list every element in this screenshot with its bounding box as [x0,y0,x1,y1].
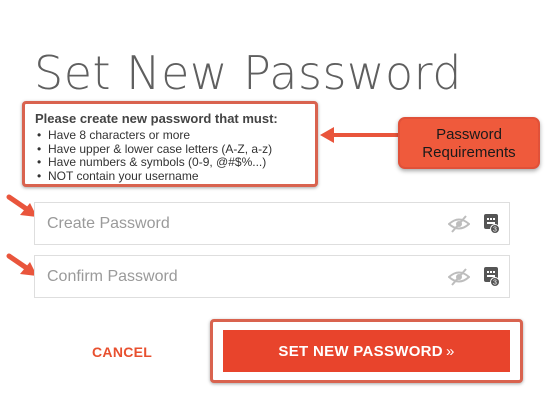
eye-slash-icon[interactable] [448,268,470,286]
requirement-item: Have 8 characters or more [35,128,315,143]
callout-line-2: Requirements [422,144,516,161]
requirement-item: Have upper & lower case letters (A-Z, a-… [35,142,315,157]
create-password-field[interactable]: 3 [34,202,510,245]
keyboard-icon[interactable]: 3 [484,214,500,234]
requirement-item: NOT contain your username [35,169,315,184]
callout-arrow-icon [320,127,400,143]
eye-slash-icon[interactable] [448,215,470,233]
chevron-right-icon: » [445,342,455,360]
submit-label: SET NEW PASSWORD [278,342,443,360]
requirement-item: Have numbers & symbols (0-9, @#$%...) [35,155,315,170]
page-title: Set New Password [34,46,462,100]
set-new-password-button[interactable]: SET NEW PASSWORD» [223,330,510,372]
keyboard-badge: 3 [493,227,497,234]
create-password-input[interactable] [47,203,427,244]
requirements-list: Have 8 characters or more Have upper & l… [35,128,315,184]
confirm-password-input[interactable] [47,256,427,297]
requirements-heading: Please create new password that must: [35,111,278,126]
password-requirements-box: Please create new password that must: Ha… [22,101,318,187]
cancel-button[interactable]: CANCEL [92,344,152,360]
requirements-callout: Password Requirements [398,117,540,169]
keyboard-icon[interactable]: 3 [484,267,500,287]
confirm-password-field[interactable]: 3 [34,255,510,298]
callout-line-1: Password [436,126,502,143]
submit-highlight-box: SET NEW PASSWORD» [210,319,523,383]
keyboard-badge: 3 [493,280,497,287]
